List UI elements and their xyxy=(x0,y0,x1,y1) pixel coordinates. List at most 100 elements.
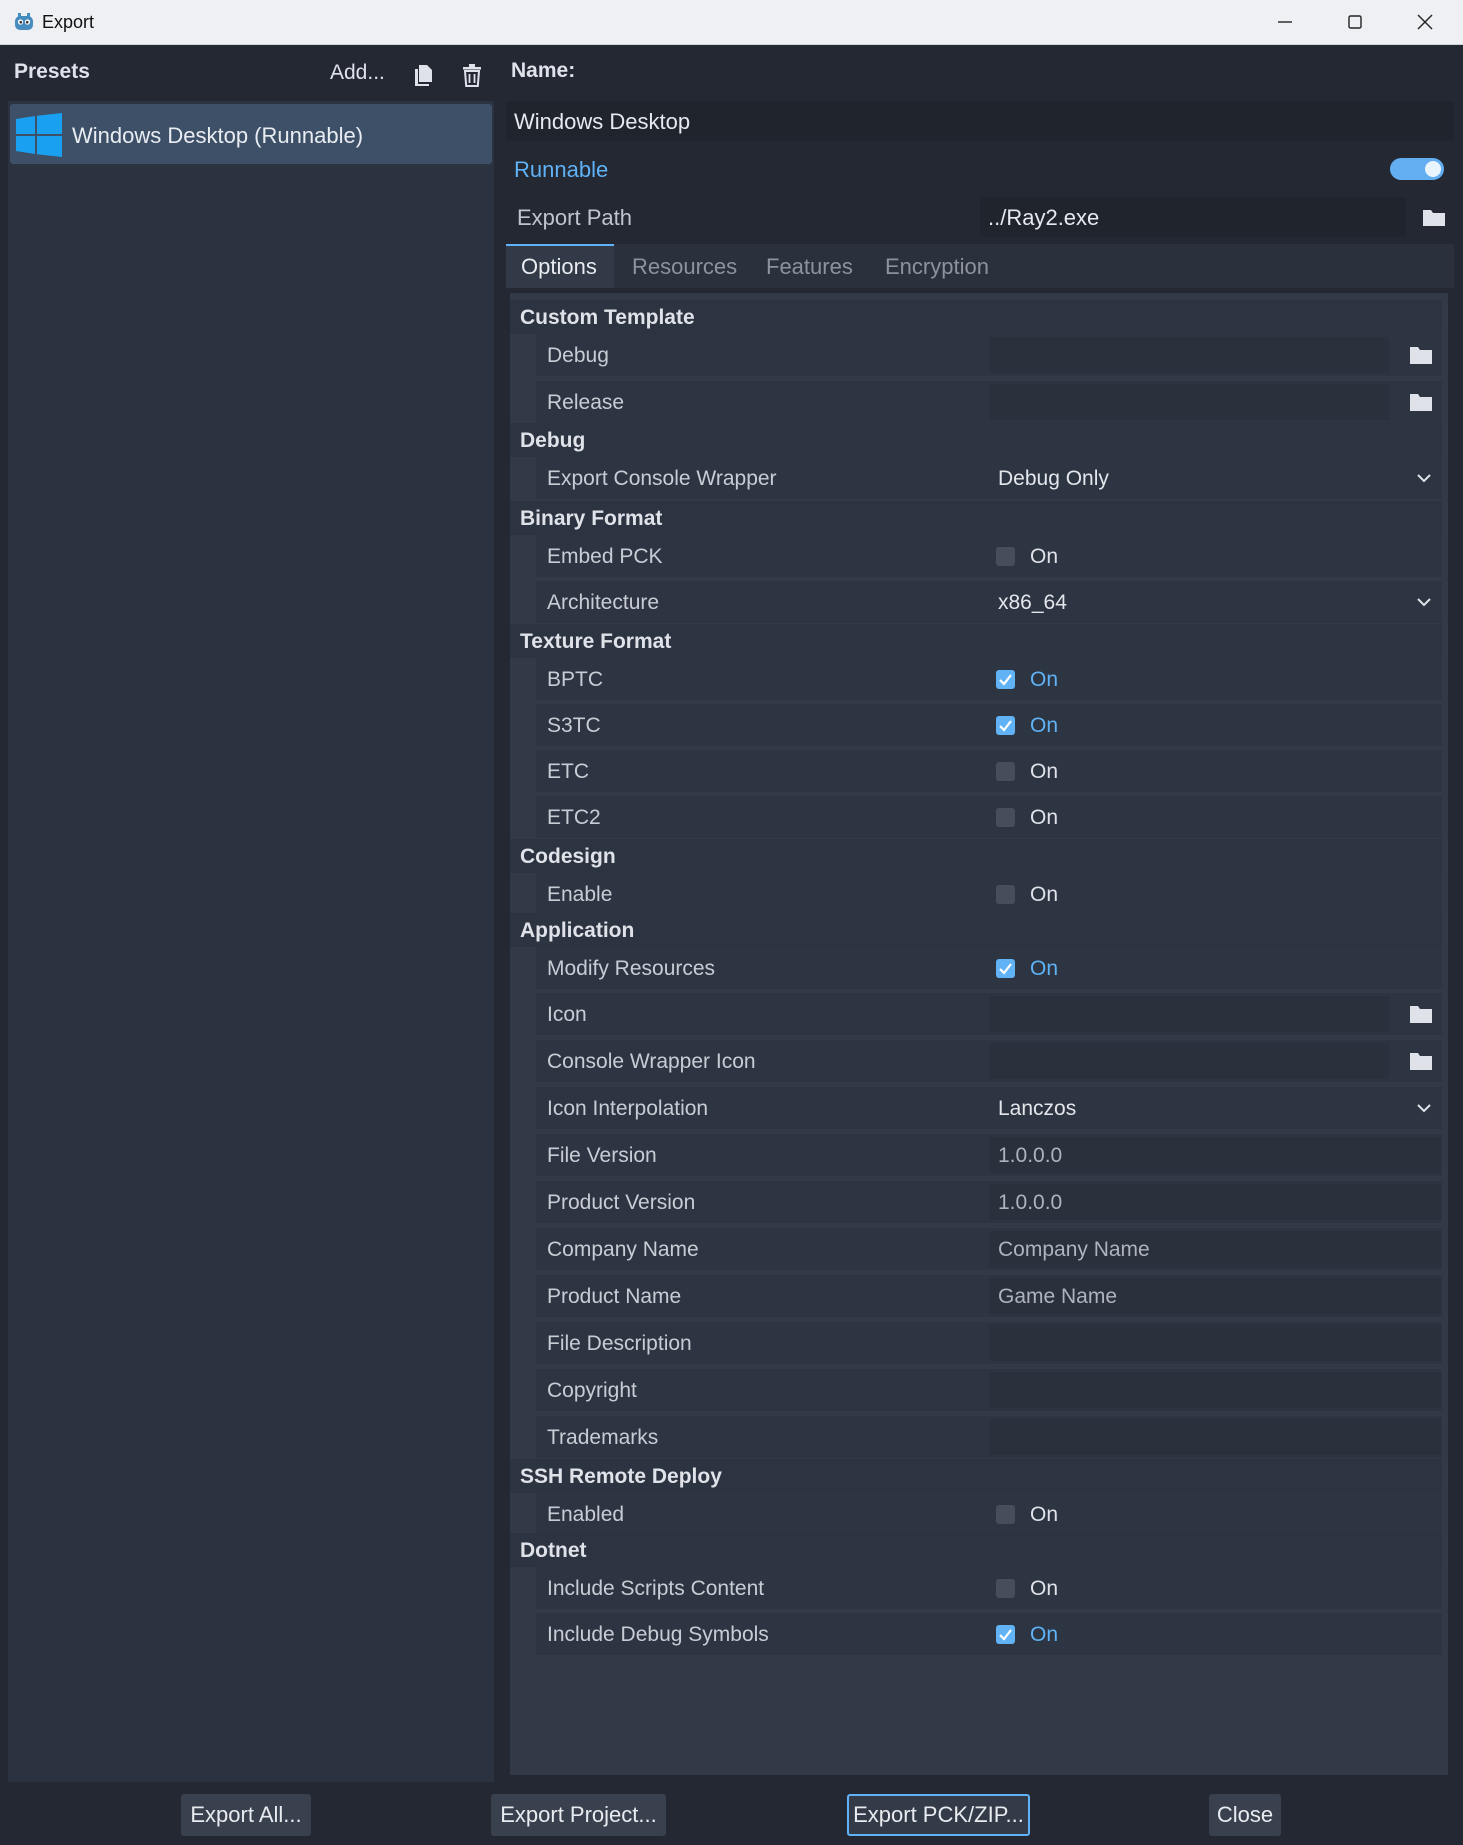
architecture-select[interactable]: x86_64 xyxy=(998,591,1067,615)
folder-icon[interactable] xyxy=(1420,204,1448,230)
row-s3tc: S3TC On xyxy=(510,704,1442,746)
row-label: Product Version xyxy=(547,1191,696,1214)
row-custom-release: Release xyxy=(510,381,1442,423)
close-window-button[interactable] xyxy=(1390,0,1460,44)
section-dotnet: Dotnet xyxy=(510,1533,1442,1567)
row-include-scripts-content: Include Scripts Content On xyxy=(510,1567,1442,1609)
export-project-button[interactable]: Export Project... xyxy=(491,1794,666,1836)
s3tc-checkbox[interactable] xyxy=(996,716,1015,735)
row-label: Release xyxy=(547,391,625,414)
export-path-field[interactable]: ../Ray2.exe xyxy=(980,197,1406,237)
checkbox-on-label: On xyxy=(1030,760,1059,783)
export-pck-zip-button[interactable]: Export PCK/ZIP... xyxy=(847,1794,1030,1836)
section-codesign: Codesign xyxy=(510,839,1442,873)
checkbox-on-label: On xyxy=(1030,957,1059,980)
chevron-down-icon[interactable] xyxy=(1416,595,1432,609)
tab-features[interactable]: Features xyxy=(766,254,853,280)
row-label: Enable xyxy=(547,883,613,906)
export-all-button[interactable]: Export All... xyxy=(181,1794,311,1836)
icon-interpolation-select[interactable]: Lanczos xyxy=(998,1097,1076,1121)
maximize-button[interactable] xyxy=(1320,0,1390,44)
row-etc: ETC On xyxy=(510,750,1442,792)
row-label: Enabled xyxy=(547,1503,625,1526)
etc2-checkbox[interactable] xyxy=(996,808,1015,827)
section-title: Texture Format xyxy=(520,630,672,653)
row-label: Architecture xyxy=(547,591,660,614)
options-panel: Custom Template Debug Release Debug Expo… xyxy=(510,293,1448,1775)
trademarks-input[interactable] xyxy=(989,1419,1441,1455)
row-label: Include Debug Symbols xyxy=(547,1623,769,1646)
preset-item-windows-desktop[interactable]: Windows Desktop (Runnable) xyxy=(10,104,492,164)
row-export-console-wrapper: Export Console Wrapper Debug Only xyxy=(510,457,1442,499)
window-titlebar: Export xyxy=(0,0,1463,45)
row-label: Modify Resources xyxy=(547,957,716,980)
chevron-down-icon[interactable] xyxy=(1416,1101,1432,1115)
export-console-wrapper-select[interactable]: Debug Only xyxy=(998,467,1109,491)
row-architecture: Architecture x86_64 xyxy=(510,581,1442,623)
checkmark-icon xyxy=(999,1629,1012,1641)
tab-resources[interactable]: Resources xyxy=(632,254,737,280)
checkbox-on-label: On xyxy=(1030,1623,1059,1646)
row-file-version: File Version 1.0.0.0 xyxy=(510,1134,1442,1176)
tab-options[interactable]: Options xyxy=(521,254,597,280)
row-modify-resources: Modify Resources On xyxy=(510,947,1442,989)
chevron-down-icon[interactable] xyxy=(1416,471,1432,485)
folder-icon[interactable] xyxy=(1408,1050,1434,1072)
name-field[interactable]: Windows Desktop xyxy=(506,101,1454,141)
row-file-description: File Description xyxy=(510,1322,1442,1364)
folder-icon[interactable] xyxy=(1408,1003,1434,1025)
file-description-input[interactable] xyxy=(989,1325,1441,1361)
console-wrapper-icon-path-input[interactable] xyxy=(989,1043,1389,1079)
ssh-enabled-checkbox[interactable] xyxy=(996,1505,1015,1524)
row-console-wrapper-icon: Console Wrapper Icon xyxy=(510,1040,1442,1082)
row-label: ETC2 xyxy=(547,806,601,829)
maximize-icon xyxy=(1348,15,1362,29)
row-label: Trademarks xyxy=(547,1426,659,1449)
section-title: Application xyxy=(520,919,635,942)
tab-encryption[interactable]: Encryption xyxy=(885,254,989,280)
export-path-label: Export Path xyxy=(517,205,632,230)
trash-icon[interactable] xyxy=(459,62,485,88)
custom-release-path-input[interactable] xyxy=(989,384,1389,420)
window-title: Export xyxy=(42,12,95,32)
embed-pck-checkbox[interactable] xyxy=(996,547,1015,566)
section-title: Binary Format xyxy=(520,507,663,530)
codesign-enable-checkbox[interactable] xyxy=(996,885,1015,904)
row-label: File Version xyxy=(547,1144,657,1167)
row-icon-interpolation: Icon Interpolation Lanczos xyxy=(510,1087,1442,1129)
row-label: Export Console Wrapper xyxy=(547,467,777,490)
file-version-placeholder: 1.0.0.0 xyxy=(998,1144,1063,1167)
section-title: SSH Remote Deploy xyxy=(520,1465,722,1488)
runnable-toggle[interactable] xyxy=(1390,158,1444,180)
modify-resources-checkbox[interactable] xyxy=(996,959,1015,978)
etc-checkbox[interactable] xyxy=(996,762,1015,781)
checkmark-icon xyxy=(999,963,1012,975)
row-codesign-enable: Enable On xyxy=(510,873,1442,915)
checkbox-on-label: On xyxy=(1030,1577,1059,1600)
section-debug: Debug xyxy=(510,423,1442,457)
product-name-placeholder: Game Name xyxy=(998,1285,1118,1308)
row-label: Debug xyxy=(547,344,609,367)
minimize-button[interactable] xyxy=(1250,0,1320,44)
bptc-checkbox[interactable] xyxy=(996,670,1015,689)
duplicate-icon[interactable] xyxy=(410,62,436,88)
custom-debug-path-input[interactable] xyxy=(989,337,1389,373)
copyright-input[interactable] xyxy=(989,1372,1441,1408)
export-path-value: ../Ray2.exe xyxy=(988,205,1100,230)
row-label: S3TC xyxy=(547,714,601,737)
add-preset-button[interactable]: Add... xyxy=(330,61,385,85)
close-button[interactable]: Close xyxy=(1209,1794,1281,1836)
folder-icon[interactable] xyxy=(1408,391,1434,413)
row-product-name: Product Name Game Name xyxy=(510,1275,1442,1317)
checkmark-icon xyxy=(999,674,1012,686)
checkbox-on-label: On xyxy=(1030,668,1059,691)
include-debug-symbols-checkbox[interactable] xyxy=(996,1625,1015,1644)
section-title: Codesign xyxy=(520,845,616,868)
section-title: Custom Template xyxy=(520,306,695,329)
row-embed-pck: Embed PCK On xyxy=(510,535,1442,577)
folder-icon[interactable] xyxy=(1408,344,1434,366)
row-trademarks: Trademarks xyxy=(510,1416,1442,1458)
icon-path-input[interactable] xyxy=(989,996,1389,1032)
include-scripts-content-checkbox[interactable] xyxy=(996,1579,1015,1598)
presets-list: Windows Desktop (Runnable) xyxy=(8,101,494,1782)
